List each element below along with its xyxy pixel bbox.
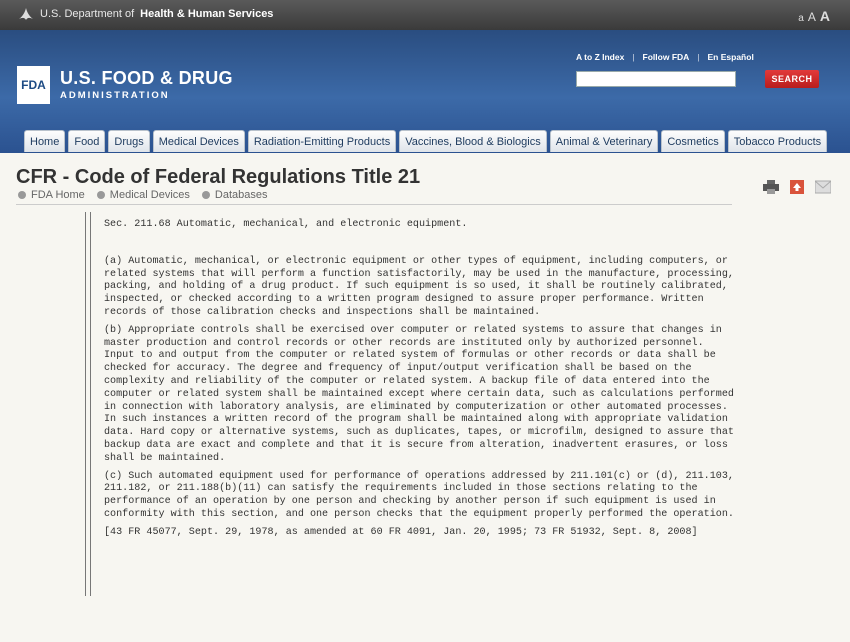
citation: [43 FR 45077, Sept. 29, 1978, as amended… bbox=[104, 526, 698, 538]
a-to-z-link[interactable]: A to Z Index bbox=[576, 52, 624, 62]
bullet-icon bbox=[201, 191, 210, 199]
tab-cosmetics[interactable]: Cosmetics bbox=[661, 130, 725, 152]
bullet-icon bbox=[18, 191, 26, 199]
text-size-small[interactable]: a bbox=[798, 13, 804, 24]
breadcrumb-item[interactable]: FDA Home bbox=[18, 189, 85, 201]
hhs-link[interactable]: U.S. Department of Health & Human Servic… bbox=[18, 7, 273, 21]
breadcrumb: FDA Home Medical Devices Databases bbox=[18, 189, 267, 201]
paragraph-c: (c) Such automated equipment used for pe… bbox=[104, 470, 734, 520]
text-size-large[interactable]: A bbox=[820, 8, 830, 24]
tab-radiation-emitting-products[interactable]: Radiation-Emitting Products bbox=[247, 130, 397, 152]
utility-nav: A to Z Index | Follow FDA | En Español bbox=[576, 52, 754, 62]
header-banner: FDA U.S. FOOD & DRUG ADMINISTRATION A to… bbox=[0, 30, 850, 153]
fda-logo-mark[interactable]: FDA bbox=[17, 66, 50, 104]
hhs-eagle-icon bbox=[19, 8, 33, 20]
logo-subtitle: ADMINISTRATION bbox=[60, 90, 170, 101]
breadcrumb-item[interactable]: Medical Devices bbox=[96, 189, 190, 201]
search-button[interactable]: SEARCH bbox=[765, 70, 819, 88]
text-size-controls: a A A bbox=[798, 8, 830, 24]
tab-vaccines-blood-biologics[interactable]: Vaccines, Blood & Biologics bbox=[399, 130, 547, 152]
tab-tobacco-products[interactable]: Tobacco Products bbox=[727, 130, 828, 152]
paragraph-a: (a) Automatic, mechanical, or electronic… bbox=[104, 255, 734, 318]
tab-medical-devices[interactable]: Medical Devices bbox=[152, 130, 245, 152]
share-icon[interactable] bbox=[789, 180, 805, 194]
hhs-bar: U.S. Department of Health & Human Servic… bbox=[0, 0, 850, 30]
paragraph-b: (b) Appropriate controls shall be exerci… bbox=[104, 324, 734, 464]
breadcrumb-item[interactable]: Databases bbox=[201, 189, 267, 201]
tab-food[interactable]: Food bbox=[68, 130, 106, 152]
hhs-name: Health & Human Services bbox=[140, 8, 274, 20]
divider bbox=[16, 204, 732, 205]
bullet-icon bbox=[96, 191, 105, 199]
separator: | bbox=[697, 52, 700, 62]
print-icon[interactable] bbox=[763, 180, 779, 194]
tab-drugs[interactable]: Drugs bbox=[108, 130, 150, 152]
tab-animal-veterinary[interactable]: Animal & Veterinary bbox=[549, 130, 659, 152]
espanol-link[interactable]: En Español bbox=[708, 52, 754, 62]
page-title: CFR - Code of Federal Regulations Title … bbox=[16, 166, 421, 188]
page-tools bbox=[763, 180, 831, 194]
follow-fda-link[interactable]: Follow FDA bbox=[643, 52, 690, 62]
regulation-heading: Sec. 211.68 Automatic, mechanical, and e… bbox=[104, 219, 468, 230]
tab-home[interactable]: Home bbox=[24, 130, 66, 152]
email-icon[interactable] bbox=[815, 180, 831, 194]
hhs-prefix: U.S. Department of bbox=[40, 8, 135, 20]
content-rule bbox=[85, 212, 91, 596]
regulation-text: Sec. 211.68 Automatic, mechanical, and e… bbox=[104, 219, 734, 545]
search-input[interactable] bbox=[576, 71, 736, 87]
main-nav: Home Food Drugs Medical Devices Radiatio… bbox=[24, 130, 828, 152]
logo-title[interactable]: U.S. FOOD & DRUG bbox=[60, 68, 233, 89]
text-size-medium[interactable]: A bbox=[808, 10, 816, 24]
separator: | bbox=[632, 52, 635, 62]
